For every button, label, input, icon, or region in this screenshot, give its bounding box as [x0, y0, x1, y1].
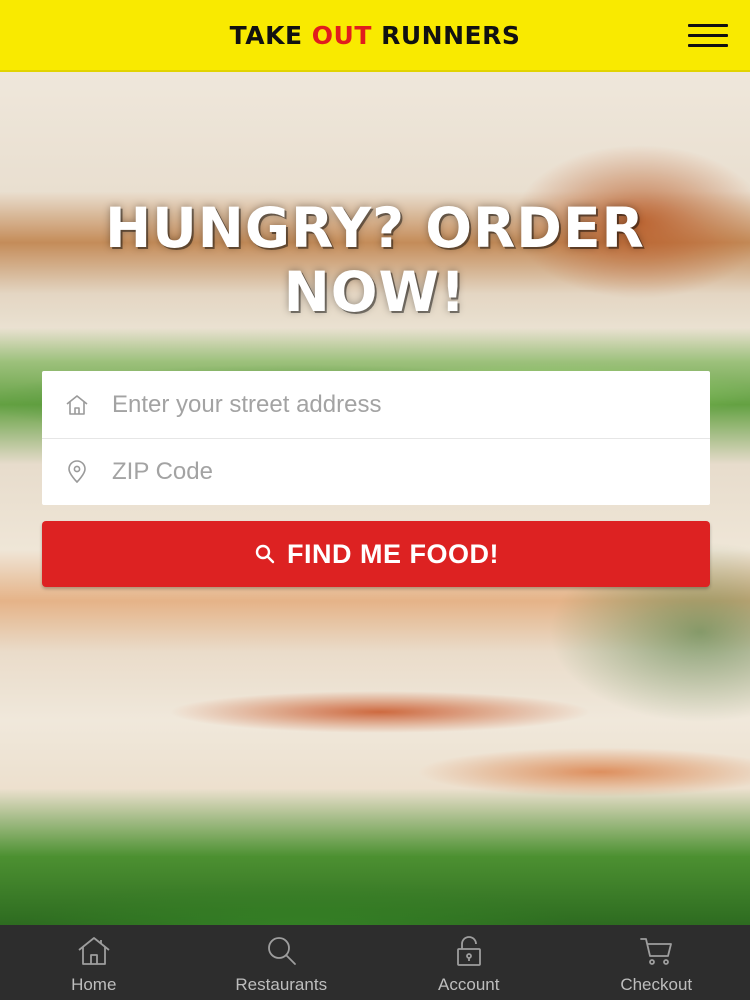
- home-icon: [64, 392, 90, 418]
- home-icon: [78, 937, 110, 965]
- hamburger-menu-icon[interactable]: [688, 24, 728, 48]
- tab-account-label: Account: [438, 975, 500, 994]
- headline-line-2: NOW!: [283, 260, 467, 324]
- address-form: Enter your street address ZIP Code: [42, 371, 710, 505]
- find-me-food-label: FIND ME FOOD!: [287, 538, 499, 569]
- tab-checkout-label: Checkout: [620, 975, 693, 994]
- headline-line-1: HUNGRY? ORDER: [105, 196, 645, 260]
- zip-code-field[interactable]: ZIP Code: [42, 438, 710, 505]
- tab-restaurants[interactable]: Restaurants: [188, 925, 376, 1000]
- street-address-field[interactable]: Enter your street address: [42, 371, 710, 438]
- search-icon: [268, 937, 297, 965]
- tab-checkout[interactable]: Checkout: [563, 925, 750, 1000]
- zip-code-input[interactable]: ZIP Code: [112, 458, 213, 486]
- find-me-food-button[interactable]: FIND ME FOOD!: [42, 521, 710, 587]
- tab-restaurants-label: Restaurants: [235, 975, 328, 994]
- app-header: TAKE OUT RUNNERS: [0, 0, 750, 72]
- brand-text-part2: RUNNERS: [371, 20, 521, 50]
- search-icon: [255, 544, 275, 564]
- brand-text-accent: OUT: [311, 20, 372, 50]
- lock-icon: [456, 936, 481, 966]
- brand-text-part1: TAKE: [229, 20, 312, 50]
- location-pin-icon: [64, 459, 90, 485]
- tab-home[interactable]: Home: [0, 925, 188, 1000]
- bottom-tab-bar: Home Restaurants Account Checkout: [0, 925, 750, 1000]
- street-address-input[interactable]: Enter your street address: [112, 391, 381, 419]
- cart-icon: [640, 938, 673, 965]
- brand-logo[interactable]: TAKE OUT RUNNERS: [230, 21, 521, 50]
- tab-account[interactable]: Account: [375, 925, 563, 1000]
- tab-home-label: Home: [71, 975, 117, 994]
- hero-headline: HUNGRY? ORDER NOW!: [0, 196, 750, 324]
